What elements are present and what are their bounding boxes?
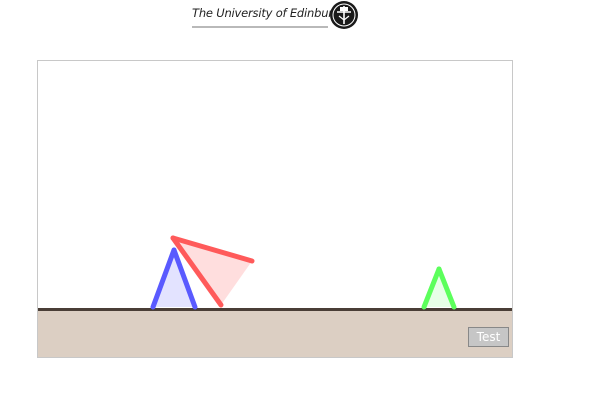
game-stage[interactable]: Test (37, 60, 513, 358)
test-button[interactable]: Test (468, 327, 509, 347)
brand-underline (192, 26, 328, 28)
game-scene (150, 235, 457, 310)
university-brand: The University of Edinburgh (190, 0, 360, 32)
university-name: The University of Edinburgh (192, 6, 348, 20)
university-crest-icon (330, 1, 358, 29)
green-a-frame[interactable] (421, 266, 457, 310)
